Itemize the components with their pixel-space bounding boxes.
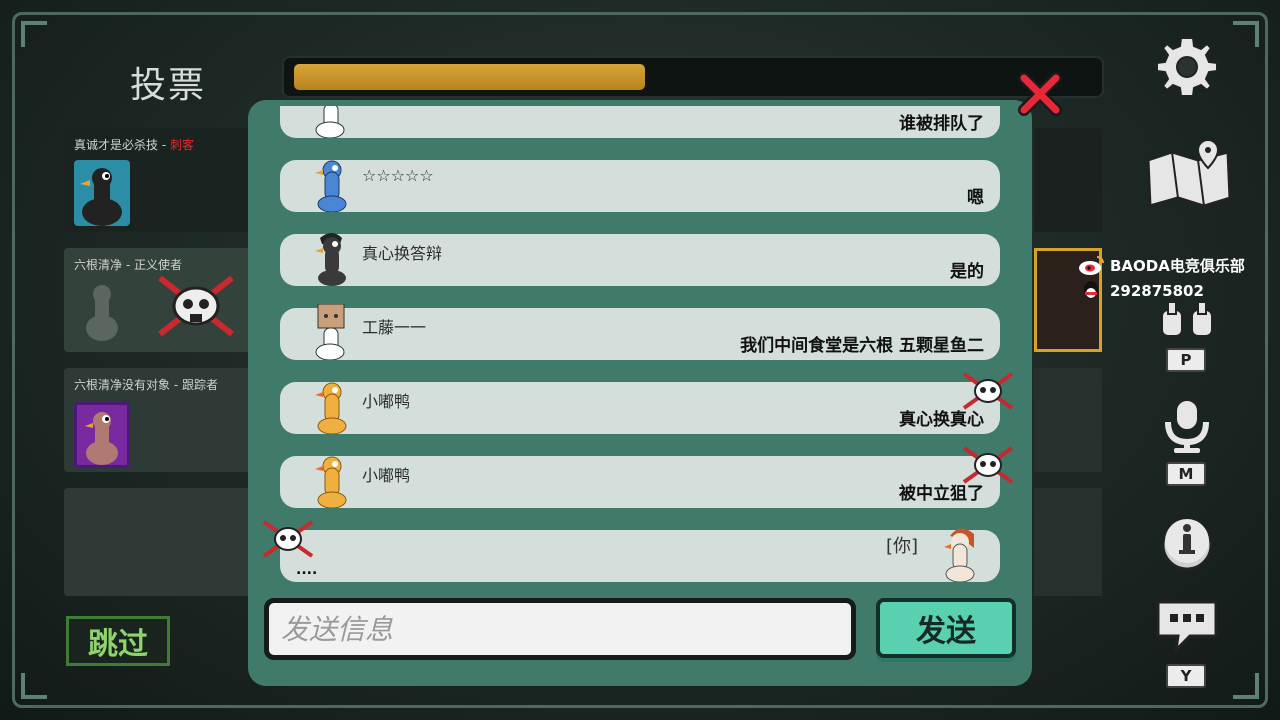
chat-message-own: [你] ....	[262, 520, 1000, 582]
chat-message-text: 谁被排队了	[899, 114, 984, 134]
weibo-icon	[1079, 256, 1104, 275]
microphone-icon[interactable]	[1160, 398, 1214, 454]
chat-message: 小嘟鸭 被中立狙了	[280, 446, 1014, 508]
chat-message: 谁被排队了	[280, 106, 1000, 138]
chat-message-text: 嗯	[967, 188, 984, 208]
game-background: 投票 真诚才是必杀技 - 刺客 六根清净 - 正义使者 六根清净没有对象 - 跟…	[0, 0, 1280, 720]
key-y: Y	[1166, 664, 1206, 688]
sponsor-weibo-text: BAODA电竞俱乐部	[1110, 256, 1245, 275]
chat-message-text: 我们中间食堂是六根 五颗星鱼二	[740, 336, 984, 356]
yellow-goose-icon	[315, 456, 347, 508]
chat-input[interactable]	[269, 603, 851, 655]
chat-message-text: 是的	[950, 262, 984, 282]
send-button[interactable]: 发送	[876, 598, 1016, 658]
sponsor-weibo: BAODA电竞俱乐部	[1078, 254, 1245, 276]
chat-message-text: ....	[296, 562, 318, 578]
player-avatar	[74, 160, 130, 226]
chat-input-container	[264, 598, 856, 660]
chat-message-list[interactable]: 谁被排队了 ☆☆☆☆☆ 嗯 真心换答辩 是的 工藤一一 我们中间食堂是六根 五颗…	[248, 106, 1032, 584]
pet-icon[interactable]	[1158, 300, 1216, 340]
close-icon[interactable]	[1016, 70, 1064, 118]
qq-icon	[1084, 281, 1098, 299]
redhead-goose-icon	[944, 528, 975, 582]
skip-button[interactable]: 跳过	[66, 616, 170, 666]
chat-nickname: ☆☆☆☆☆	[362, 166, 434, 185]
map-icon[interactable]	[1142, 138, 1236, 210]
key-m: M	[1166, 462, 1206, 486]
player-name: 六根清净 - 正义使者	[74, 258, 182, 272]
chat-nickname: 真心换答辩	[362, 244, 443, 263]
player-role: 刺客	[169, 138, 194, 152]
chat-message: 工藤一一 我们中间食堂是六根 五颗星鱼二	[280, 304, 1000, 360]
chat-message: 小嘟鸭 真心换真心	[280, 372, 1014, 434]
gear-icon[interactable]	[1152, 32, 1222, 102]
yellow-goose-icon	[315, 382, 347, 434]
player-card[interactable]: 六根清净 - 正义使者	[64, 248, 250, 352]
chat-message: 真心换答辩 是的	[280, 233, 1000, 286]
chat-nickname: 小嘟鸭	[362, 392, 411, 411]
blue-goose-icon	[315, 160, 347, 212]
sponsor-qq-text: 292875802	[1110, 282, 1204, 300]
dead-skull-badge-icon	[962, 446, 1014, 484]
pigeon-goose-icon	[85, 412, 118, 465]
black-goose-icon	[80, 168, 122, 226]
chat-nickname: 工藤一一	[362, 318, 427, 337]
vote-timer-bar	[282, 56, 1104, 98]
info-icon[interactable]	[1158, 514, 1216, 572]
dead-skull-badge-icon	[262, 520, 314, 558]
chat-panel: 谁被排队了 ☆☆☆☆☆ 嗯 真心换答辩 是的 工藤一一 我们中间食堂是六根 五颗…	[248, 100, 1032, 686]
dead-skull-badge-icon	[962, 372, 1014, 410]
key-p: P	[1166, 348, 1206, 372]
vote-title: 投票	[130, 65, 207, 106]
sponsor-qq: 292875802	[1078, 280, 1204, 302]
box-head-goose-icon	[315, 106, 345, 138]
player-card[interactable]	[64, 488, 250, 596]
player-card[interactable]: 真诚才是必杀技 - 刺客	[64, 128, 250, 232]
player-name: 真诚才是必杀技 -	[74, 138, 170, 152]
chat-message: ☆☆☆☆☆ 嗯	[280, 160, 1000, 212]
player-name: 六根清净没有对象 - 跟踪者	[74, 378, 218, 392]
dark-goose-icon	[315, 233, 346, 286]
player-card[interactable]: 六根清净没有对象 - 跟踪者	[64, 368, 250, 472]
vote-timer-fill	[294, 64, 645, 90]
player-avatar	[74, 402, 130, 468]
chat-nickname: 小嘟鸭	[362, 466, 411, 485]
ghost-goose-icon	[86, 285, 118, 341]
you-tag: [你]	[885, 536, 918, 557]
eliminated-skull-icon	[158, 275, 234, 337]
chat-bubble-icon[interactable]	[1154, 598, 1220, 654]
box-head-goose-icon	[315, 304, 345, 360]
